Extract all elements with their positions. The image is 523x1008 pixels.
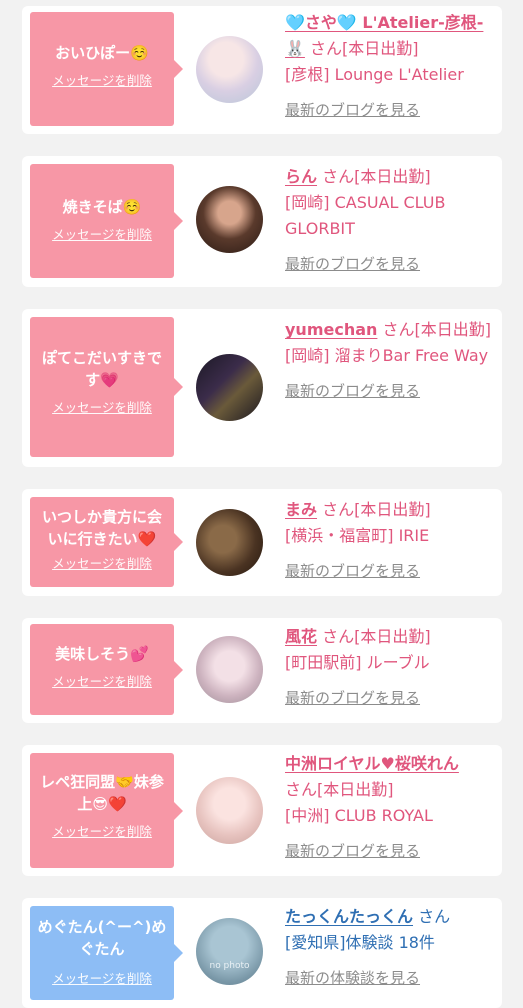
avatar[interactable] xyxy=(196,636,263,703)
cast-name-link[interactable]: 風花 xyxy=(285,627,317,646)
blog-link[interactable]: 最新のブログを見る xyxy=(285,382,420,400)
shop-name: [彦根] Lounge L'Atelier xyxy=(285,65,464,84)
message-text: 美味しそう💕 xyxy=(55,645,149,663)
cast-status: さん[本日出勤] xyxy=(310,39,419,58)
message-bubble: めぐたん(^ー^)めぐたん メッセージを削除 xyxy=(30,906,183,1000)
cast-status: さん[本日出勤] xyxy=(382,320,492,339)
delete-message-link[interactable]: メッセージを削除 xyxy=(36,224,168,243)
message-text: レペ狂同盟🤝妹参上😎❤️ xyxy=(40,773,164,813)
message-card: レペ狂同盟🤝妹参上😎❤️ メッセージを削除 中洲ロイヤル♥桜咲れん さん[本日出… xyxy=(22,745,502,876)
delete-message-link[interactable]: メッセージを削除 xyxy=(36,968,168,987)
cast-status: さん[本日出勤] xyxy=(322,627,431,646)
review-count: [愛知県]体験談 18件 xyxy=(285,933,435,952)
avatar[interactable] xyxy=(196,509,263,576)
shop-name: [中洲] CLUB ROYAL xyxy=(285,806,433,825)
message-bubble: ぽてこだいすきです💗 メッセージを削除 xyxy=(30,317,183,457)
cast-status: さん[本日出勤] xyxy=(322,500,431,519)
delete-message-link[interactable]: メッセージを削除 xyxy=(36,397,168,416)
reviewer-suffix: さん xyxy=(418,907,451,926)
shop-name: [横浜・福富町] IRIE xyxy=(285,526,430,545)
message-text: ぽてこだいすきです💗 xyxy=(41,349,162,389)
cast-name-link[interactable]: らん xyxy=(285,167,317,186)
cast-info: らん さん[本日出勤] [岡崎] CASUAL CLUB GLORBIT 最新の… xyxy=(285,164,497,273)
blog-link[interactable]: 最新のブログを見る xyxy=(285,689,420,707)
message-card: いつしか貴方に会いに行きたい❤️ メッセージを削除 まみ さん[本日出勤] [横… xyxy=(22,489,502,596)
delete-message-link[interactable]: メッセージを削除 xyxy=(36,671,168,690)
cast-name-link[interactable]: まみ xyxy=(285,500,317,519)
cast-info: 🩵さや🩵 L'Atelier-彦根-🐰 さん[本日出勤] [彦根] Lounge… xyxy=(285,10,497,119)
message-bubble: おいひぽー☺️ メッセージを削除 xyxy=(30,12,183,126)
cast-info: たっくんたっくん さん [愛知県]体験談 18件 最新の体験談を見る xyxy=(285,904,497,987)
message-text: おいひぽー☺️ xyxy=(55,44,149,62)
message-card: ぽてこだいすきです💗 メッセージを削除 yumechan さん[本日出勤] [岡… xyxy=(22,309,502,467)
cast-info: まみ さん[本日出勤] [横浜・福富町] IRIE 最新のブログを見る xyxy=(285,497,497,580)
avatar[interactable] xyxy=(196,186,263,253)
message-text: 焼きそば☺️ xyxy=(62,198,142,216)
avatar[interactable] xyxy=(196,354,263,421)
reviewer-name-link[interactable]: たっくんたっくん xyxy=(285,907,413,926)
cast-info: 風花 さん[本日出勤] [町田駅前] ルーブル 最新のブログを見る xyxy=(285,624,497,707)
message-bubble: レペ狂同盟🤝妹参上😎❤️ メッセージを削除 xyxy=(30,753,183,868)
avatar[interactable] xyxy=(196,36,263,103)
message-bubble: いつしか貴方に会いに行きたい❤️ メッセージを削除 xyxy=(30,497,183,587)
avatar[interactable]: no photo xyxy=(196,918,263,985)
message-bubble: 美味しそう💕 メッセージを削除 xyxy=(30,624,183,715)
message-text: めぐたん(^ー^)めぐたん xyxy=(37,918,167,958)
cast-info: yumechan さん[本日出勤] [岡崎] 溜まりBar Free Way 最… xyxy=(285,317,497,400)
message-card: めぐたん(^ー^)めぐたん メッセージを削除 no photo たっくんたっくん… xyxy=(22,898,502,1008)
message-text: いつしか貴方に会いに行きたい❤️ xyxy=(41,508,162,548)
delete-message-link[interactable]: メッセージを削除 xyxy=(36,821,168,840)
message-card: 美味しそう💕 メッセージを削除 風花 さん[本日出勤] [町田駅前] ルーブル … xyxy=(22,618,502,723)
cast-status: さん[本日出勤] xyxy=(285,780,394,799)
shop-name: [岡崎] 溜まりBar Free Way xyxy=(285,346,489,365)
message-card: おいひぽー☺️ メッセージを削除 🩵さや🩵 L'Atelier-彦根-🐰 さん[… xyxy=(22,6,502,134)
cast-name-link[interactable]: 中洲ロイヤル♥桜咲れん xyxy=(285,754,459,773)
review-link[interactable]: 最新の体験談を見る xyxy=(285,969,420,987)
shop-name: [岡崎] CASUAL CLUB GLORBIT xyxy=(285,193,446,238)
blog-link[interactable]: 最新のブログを見る xyxy=(285,255,420,273)
blog-link[interactable]: 最新のブログを見る xyxy=(285,101,420,119)
shop-name: [町田駅前] ルーブル xyxy=(285,653,430,672)
avatar[interactable] xyxy=(196,777,263,844)
cast-status: さん[本日出勤] xyxy=(322,167,431,186)
blog-link[interactable]: 最新のブログを見る xyxy=(285,562,420,580)
blog-link[interactable]: 最新のブログを見る xyxy=(285,842,420,860)
no-photo-label: no photo xyxy=(209,961,250,971)
message-bubble: 焼きそば☺️ メッセージを削除 xyxy=(30,164,183,278)
delete-message-link[interactable]: メッセージを削除 xyxy=(36,70,168,89)
message-card: 焼きそば☺️ メッセージを削除 らん さん[本日出勤] [岡崎] CASUAL … xyxy=(22,156,502,287)
cast-info: 中洲ロイヤル♥桜咲れん さん[本日出勤] [中洲] CLUB ROYAL 最新の… xyxy=(285,751,497,860)
cast-name-link[interactable]: yumechan xyxy=(285,320,377,339)
delete-message-link[interactable]: メッセージを削除 xyxy=(36,553,168,572)
